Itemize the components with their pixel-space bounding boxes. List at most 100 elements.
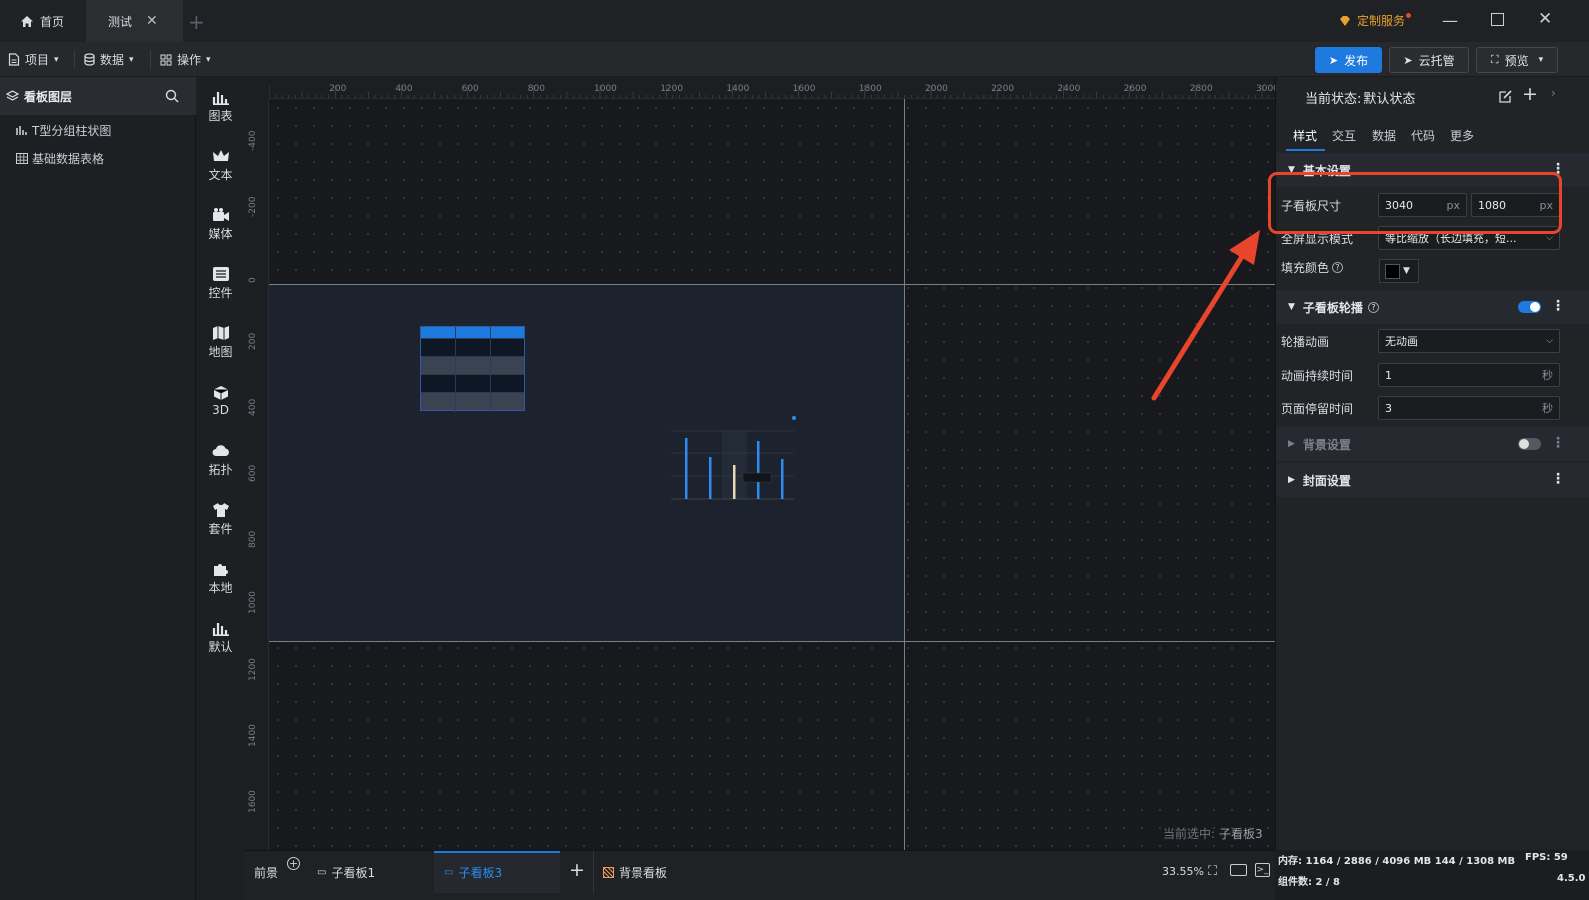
chevron-down-icon: ▾ xyxy=(1538,55,1544,65)
add-state-icon[interactable]: + xyxy=(1522,83,1538,105)
component-topology[interactable]: 拓扑 xyxy=(196,432,245,488)
foreground-label: 前景 xyxy=(254,865,279,880)
tab-home[interactable]: 首页 xyxy=(8,0,86,42)
background-board-tab[interactable]: 背景看板 xyxy=(603,851,667,893)
fit-screen-icon[interactable]: ⛶ xyxy=(1208,864,1217,879)
keyboard-icon[interactable] xyxy=(1230,864,1247,876)
tab-more-label: 更多 xyxy=(1450,129,1475,143)
board-tab-1[interactable]: ▭ 子看板1 xyxy=(317,851,375,893)
memory-status: 内存: 1164 / 2886 / 4096 MB 144 / 1308 MB xyxy=(1278,856,1516,867)
more-vertical-icon[interactable]: ⋮ xyxy=(1551,298,1565,314)
tab-code[interactable]: 代码 xyxy=(1411,127,1435,144)
menu-data[interactable]: 数据 ▾ xyxy=(84,42,134,77)
component-suite[interactable]: 套件 xyxy=(196,491,245,547)
component-default[interactable]: 默认 xyxy=(196,609,245,665)
component-chart[interactable]: 图表 xyxy=(196,78,245,134)
close-icon[interactable]: ✕ xyxy=(146,13,158,29)
layer-item[interactable]: 基础数据表格 xyxy=(16,150,104,167)
guide-line xyxy=(269,641,1275,642)
ruler-label: 200 xyxy=(248,332,258,350)
chevron-right-icon[interactable]: › xyxy=(1551,86,1556,100)
ruler-label: 1800 xyxy=(858,84,882,94)
ruler-label: 400 xyxy=(395,84,413,94)
more-vertical-icon[interactable]: ⋮ xyxy=(1551,435,1565,451)
chevron-right-icon: ▶ xyxy=(1288,475,1295,485)
add-tab-icon[interactable]: + xyxy=(188,10,205,34)
maximize-icon[interactable] xyxy=(1491,13,1504,26)
layers-header: 看板图层 xyxy=(0,77,196,115)
ruler-label: 3000 xyxy=(1256,84,1275,94)
zoom-level[interactable]: 33.55% xyxy=(1162,865,1204,878)
help-icon[interactable]: ? xyxy=(1332,262,1344,273)
diamond-icon xyxy=(1340,15,1350,26)
component-label: 控件 xyxy=(208,285,233,300)
add-circle-icon[interactable]: + xyxy=(287,857,300,870)
ruler-label: 1400 xyxy=(726,84,750,94)
more-vertical-icon[interactable]: ⋮ xyxy=(1551,471,1565,487)
monitor-icon: ▭ xyxy=(444,866,454,878)
tab-test[interactable]: 测试 ✕ xyxy=(86,0,183,42)
component-media[interactable]: 媒体 xyxy=(196,196,245,252)
chevron-down-icon: ▾ xyxy=(206,54,211,65)
ruler-label: 600 xyxy=(248,464,258,482)
ruler-label: 2200 xyxy=(991,84,1015,94)
chevron-down-icon: ▾ xyxy=(129,54,134,65)
fill-color-picker[interactable]: ▼ xyxy=(1379,259,1419,283)
current-selection-label: 当前选中: xyxy=(1163,827,1216,841)
tab-interaction[interactable]: 交互 xyxy=(1332,127,1356,144)
stay-input[interactable]: 3 秒 xyxy=(1378,396,1560,420)
tab-style[interactable]: 样式 xyxy=(1293,127,1317,144)
component-map[interactable]: 地图 xyxy=(196,314,245,370)
duration-input[interactable]: 1 秒 xyxy=(1378,363,1560,387)
chevron-down-icon: ▾ xyxy=(54,54,59,65)
component-count: 组件数: 2 / 8 xyxy=(1278,877,1341,888)
minimize-icon[interactable]: — xyxy=(1442,11,1458,30)
custom-service-button[interactable]: 定制服务 xyxy=(1338,12,1412,29)
fullscreen-icon: ⛶ xyxy=(1490,53,1499,66)
component-3d[interactable]: 3D xyxy=(196,373,245,429)
section-carousel[interactable]: ▼ 子看板轮播 ? ⋮ xyxy=(1276,290,1589,324)
component-local[interactable]: 本地 xyxy=(196,550,245,606)
table-widget[interactable] xyxy=(420,326,525,412)
menu-project[interactable]: 项目 ▾ xyxy=(8,42,59,77)
add-board-icon[interactable]: + xyxy=(569,859,585,881)
component-text[interactable]: 文本 xyxy=(196,137,245,193)
canvas[interactable]: 当前选中: 子看板3 xyxy=(269,99,1275,850)
annotation-highlight xyxy=(1268,172,1562,234)
grid-icon xyxy=(160,54,172,65)
preview-button[interactable]: ⛶ 预览 ▾ xyxy=(1476,47,1558,73)
ruler-horizontal: 0200400600800100012001400160018002000220… xyxy=(245,77,1275,99)
component-label: 默认 xyxy=(208,639,233,654)
close-window-icon[interactable]: ✕ xyxy=(1538,9,1552,29)
board-tab-3[interactable]: ▭ 子看板3 xyxy=(444,851,502,893)
component-control[interactable]: 控件 xyxy=(196,255,245,311)
ruler-label: -400 xyxy=(248,130,258,151)
cloud-hosting-button[interactable]: ➤ 云托管 xyxy=(1389,47,1469,73)
section-cover[interactable]: ▶ 封面设置 ⋮ xyxy=(1276,463,1589,497)
layer-item[interactable]: T型分组柱状图 xyxy=(16,122,111,139)
notification-dot xyxy=(1406,13,1412,18)
sub-board-area[interactable] xyxy=(269,284,905,641)
terminal-icon[interactable]: >_ xyxy=(1255,863,1270,877)
bar-chart-widget[interactable] xyxy=(659,413,809,509)
tab-more[interactable]: 更多 xyxy=(1450,127,1474,144)
cloud-hosting-label: 云托管 xyxy=(1418,53,1455,68)
background-toggle[interactable] xyxy=(1518,438,1541,450)
ruler-label: -200 xyxy=(248,196,258,218)
send-icon: ➤ xyxy=(1403,53,1413,67)
edit-icon[interactable] xyxy=(1498,89,1513,104)
foreground-tab[interactable]: 前景 xyxy=(254,851,278,893)
anim-select[interactable]: 无动画 ⌵ xyxy=(1378,329,1560,353)
component-label: 拓扑 xyxy=(208,462,233,477)
menu-operation[interactable]: 操作 ▾ xyxy=(160,42,211,77)
component-sidebar: 图表 文本 媒体 控件 地图 3D 拓扑 套件 本地 默认 xyxy=(196,77,245,900)
section-background[interactable]: ▶ 背景设置 ⋮ xyxy=(1276,427,1589,461)
menu-project-label: 项目 xyxy=(25,53,50,67)
tab-data[interactable]: 数据 xyxy=(1372,127,1396,144)
publish-button[interactable]: ➤ 发布 xyxy=(1315,47,1382,73)
search-icon[interactable] xyxy=(165,89,179,103)
carousel-toggle[interactable] xyxy=(1518,301,1541,313)
component-label: 3D xyxy=(212,403,229,417)
section-background-title: 背景设置 xyxy=(1302,437,1351,452)
help-icon[interactable]: ? xyxy=(1367,301,1379,313)
